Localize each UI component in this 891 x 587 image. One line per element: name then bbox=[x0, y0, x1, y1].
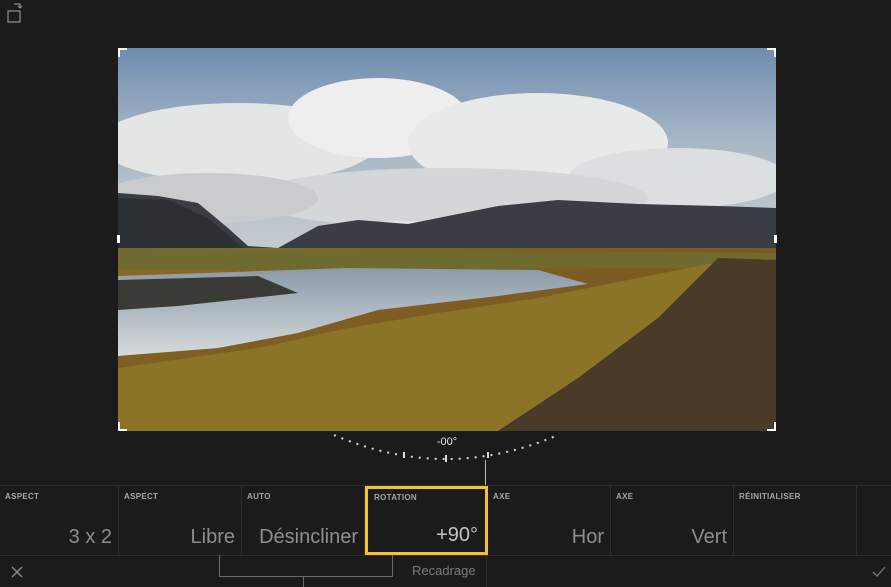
crop-handle-right[interactable] bbox=[774, 235, 777, 243]
option-value: +90° bbox=[436, 524, 478, 546]
aspect-free-option[interactable]: ASPECT Libre bbox=[119, 486, 242, 555]
option-value: 3 x 2 bbox=[68, 526, 112, 548]
option-caption: RÉINITIALISER bbox=[739, 492, 801, 501]
option-value: Vert bbox=[691, 526, 727, 548]
cancel-icon[interactable] bbox=[9, 564, 25, 580]
bracket-tick bbox=[303, 577, 304, 587]
option-caption: AXE bbox=[493, 492, 511, 501]
rotation-90-option[interactable]: ROTATION +90° bbox=[365, 486, 488, 555]
panel-filler bbox=[857, 486, 891, 554]
mode-divider bbox=[486, 555, 487, 587]
reset-option[interactable]: RÉINITIALISER bbox=[734, 486, 857, 555]
auto-straighten-option[interactable]: AUTO Désincliner bbox=[242, 486, 365, 555]
option-caption: ASPECT bbox=[124, 492, 159, 501]
crop-handle-bottom-right[interactable] bbox=[767, 422, 776, 431]
rotate-crop-icon[interactable] bbox=[6, 2, 26, 24]
crop-handle-top-left[interactable] bbox=[118, 48, 127, 57]
crop-mode-label[interactable]: Recadrage bbox=[412, 563, 476, 578]
crop-photo[interactable] bbox=[118, 48, 776, 431]
option-caption: AXE bbox=[616, 492, 634, 501]
option-value: Hor bbox=[571, 526, 604, 548]
option-value: Libre bbox=[190, 526, 235, 548]
option-caption: ASPECT bbox=[5, 492, 40, 501]
flip-horizontal-option[interactable]: AXE Hor bbox=[488, 486, 611, 555]
option-caption: AUTO bbox=[247, 492, 271, 501]
dial-indicator bbox=[485, 460, 486, 486]
option-value: Désincliner bbox=[259, 526, 358, 548]
crop-handle-top-right[interactable] bbox=[767, 48, 776, 57]
flip-vertical-option[interactable]: AXE Vert bbox=[611, 486, 734, 555]
option-group-bracket bbox=[219, 555, 393, 577]
crop-options-panel: ASPECT 3 x 2 ASPECT Libre AUTO Désinclin… bbox=[0, 485, 891, 555]
confirm-check-icon[interactable] bbox=[871, 564, 887, 580]
option-caption: ROTATION bbox=[374, 493, 417, 502]
crop-handle-bottom-left[interactable] bbox=[118, 422, 127, 431]
crop-handle-left[interactable] bbox=[117, 235, 120, 243]
rotation-angle-readout: -00° bbox=[436, 436, 458, 448]
aspect-3x2-option[interactable]: ASPECT 3 x 2 bbox=[0, 486, 119, 555]
